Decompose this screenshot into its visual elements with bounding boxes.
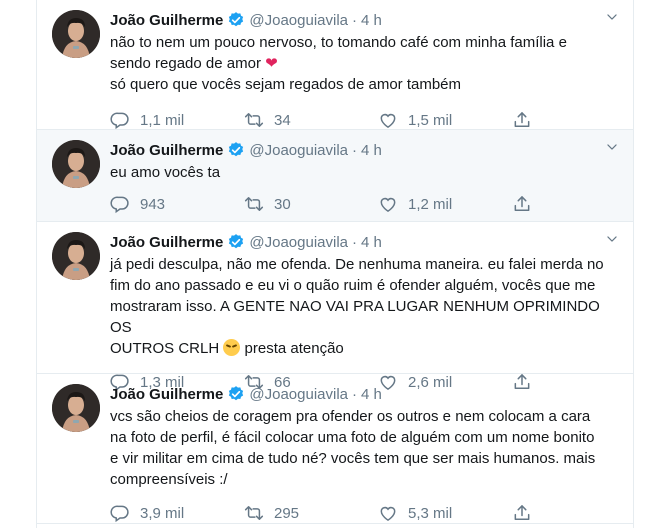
tweet-text-line: na foto de perfil, é fácil colocar uma f… bbox=[110, 429, 595, 446]
tweet-header: João Guilherme @Joaoguiavila · 4 h bbox=[110, 230, 619, 254]
separator-dot: · bbox=[352, 11, 357, 29]
tweet[interactable]: João Guilherme @Joaoguiavila · 4 h não t… bbox=[37, 0, 633, 130]
reply-count: 943 bbox=[140, 195, 166, 213]
heart-icon bbox=[378, 503, 398, 523]
retweet-icon bbox=[244, 194, 264, 214]
like-count: 5,3 mil bbox=[408, 504, 453, 522]
retweet-icon bbox=[244, 110, 264, 130]
share-button[interactable] bbox=[512, 503, 542, 523]
tweet-text-line: compreensíveis :/ bbox=[110, 471, 228, 488]
author-name[interactable]: João Guilherme bbox=[110, 386, 223, 403]
author-handle[interactable]: @Joaoguiavila bbox=[249, 234, 348, 251]
verified-badge-icon bbox=[227, 141, 245, 159]
reply-count: 3,9 mil bbox=[140, 504, 185, 522]
heart-icon bbox=[378, 194, 398, 214]
tweet-header: João Guilherme @Joaoguiavila · 4 h bbox=[110, 8, 619, 32]
reply-button[interactable]: 943 bbox=[110, 194, 244, 214]
separator-dot: · bbox=[352, 233, 357, 251]
retweet-button[interactable]: 295 bbox=[244, 503, 378, 523]
share-button[interactable] bbox=[512, 194, 542, 214]
tweet-text-line: mostraram isso. A GENTE NAO VAI PRA LUGA… bbox=[110, 298, 600, 336]
verified-badge-icon bbox=[227, 385, 245, 403]
tweet[interactable]: João Guilherme @Joaoguiavila · 4 h eu am… bbox=[37, 130, 633, 222]
tweet-header: João Guilherme @Joaoguiavila · 4 h bbox=[110, 138, 619, 162]
tweet-actions: 3,9 mil 295 5,3 mil bbox=[110, 496, 619, 530]
avatar[interactable] bbox=[52, 384, 100, 432]
heart-icon bbox=[378, 110, 398, 130]
reply-icon bbox=[110, 503, 130, 523]
tweet-text-line: OUTROS CRLH presta atenção bbox=[110, 338, 619, 359]
retweet-count: 30 bbox=[274, 195, 291, 213]
share-button[interactable] bbox=[512, 110, 542, 130]
tweet-text-line: sendo regado de amor ❤ bbox=[110, 53, 619, 74]
like-button[interactable]: 1,2 mil bbox=[378, 194, 512, 214]
tweet-timestamp[interactable]: 4 h bbox=[361, 234, 382, 251]
tweet-text: não to nem um pouco nervoso, to tomando … bbox=[110, 32, 619, 95]
tweet-text-line: já pedi desculpa, não me ofenda. De nenh… bbox=[110, 256, 604, 273]
author-name[interactable]: João Guilherme bbox=[110, 234, 223, 251]
tweet-text: já pedi desculpa, não me ofenda. De nenh… bbox=[110, 254, 619, 359]
verified-badge-icon bbox=[227, 233, 245, 251]
chevron-down-icon[interactable] bbox=[605, 232, 619, 246]
frustrated-face-emoji bbox=[223, 339, 241, 356]
tweet-text-line: e vir militar em cima de tudo né? vocês … bbox=[110, 450, 596, 467]
reply-button[interactable]: 3,9 mil bbox=[110, 503, 244, 523]
like-button[interactable]: 1,5 mil bbox=[378, 110, 512, 130]
like-count: 1,5 mil bbox=[408, 111, 453, 129]
like-count: 1,2 mil bbox=[408, 195, 453, 213]
tweet-text-segment: sendo regado de amor bbox=[110, 55, 261, 72]
separator-dot: · bbox=[352, 141, 357, 159]
tweet[interactable]: João Guilherme @Joaoguiavila · 4 h já pe… bbox=[37, 222, 633, 374]
share-icon bbox=[512, 110, 532, 130]
chevron-down-icon[interactable] bbox=[605, 10, 619, 24]
retweet-icon bbox=[244, 503, 264, 523]
tweet-text: eu amo vocês ta bbox=[110, 162, 619, 183]
tweet-header: João Guilherme @Joaoguiavila · 4 h bbox=[110, 382, 619, 406]
retweet-button[interactable]: 34 bbox=[244, 110, 378, 130]
reply-icon bbox=[110, 110, 130, 130]
tweet-text-line: vcs são cheios de coragem pra ofender os… bbox=[110, 408, 591, 425]
avatar[interactable] bbox=[52, 10, 100, 58]
tweet-text-line: não to nem um pouco nervoso, to tomando … bbox=[110, 34, 567, 51]
tweet-actions: 943 30 1,2 mil bbox=[110, 187, 619, 221]
tweet-text: vcs são cheios de coragem pra ofender os… bbox=[110, 406, 619, 490]
retweet-count: 295 bbox=[274, 504, 300, 522]
reply-button[interactable]: 1,1 mil bbox=[110, 110, 244, 130]
retweet-button[interactable]: 30 bbox=[244, 194, 378, 214]
author-handle[interactable]: @Joaoguiavila bbox=[249, 12, 348, 29]
author-name[interactable]: João Guilherme bbox=[110, 142, 223, 159]
red-heart-emoji: ❤ bbox=[265, 55, 278, 72]
tweet-text-line: fim do ano passado e eu vi o quão ruim é… bbox=[110, 277, 596, 294]
share-icon bbox=[512, 194, 532, 214]
chevron-down-icon[interactable] bbox=[605, 140, 619, 154]
tweet-text-segment: presta atenção bbox=[244, 340, 344, 357]
author-handle[interactable]: @Joaoguiavila bbox=[249, 386, 348, 403]
tweet-text-segment: OUTROS CRLH bbox=[110, 340, 220, 357]
tweet[interactable]: João Guilherme @Joaoguiavila · 4 h vcs s… bbox=[37, 374, 633, 524]
verified-badge-icon bbox=[227, 11, 245, 29]
retweet-count: 34 bbox=[274, 111, 291, 129]
tweet-text-line: só quero que vocês sejam regados de amor… bbox=[110, 76, 462, 93]
tweet-timestamp[interactable]: 4 h bbox=[361, 12, 382, 29]
avatar[interactable] bbox=[52, 140, 100, 188]
tweet-timeline: João Guilherme @Joaoguiavila · 4 h não t… bbox=[36, 0, 634, 528]
reply-count: 1,1 mil bbox=[140, 111, 185, 129]
author-name[interactable]: João Guilherme bbox=[110, 12, 223, 29]
share-icon bbox=[512, 503, 532, 523]
author-handle[interactable]: @Joaoguiavila bbox=[249, 142, 348, 159]
left-margin bbox=[0, 0, 34, 528]
reply-icon bbox=[110, 194, 130, 214]
tweet-timestamp[interactable]: 4 h bbox=[361, 386, 382, 403]
like-button[interactable]: 5,3 mil bbox=[378, 503, 512, 523]
avatar[interactable] bbox=[52, 232, 100, 280]
tweet-text-line: eu amo vocês ta bbox=[110, 164, 221, 181]
tweet-timestamp[interactable]: 4 h bbox=[361, 142, 382, 159]
separator-dot: · bbox=[352, 385, 357, 403]
